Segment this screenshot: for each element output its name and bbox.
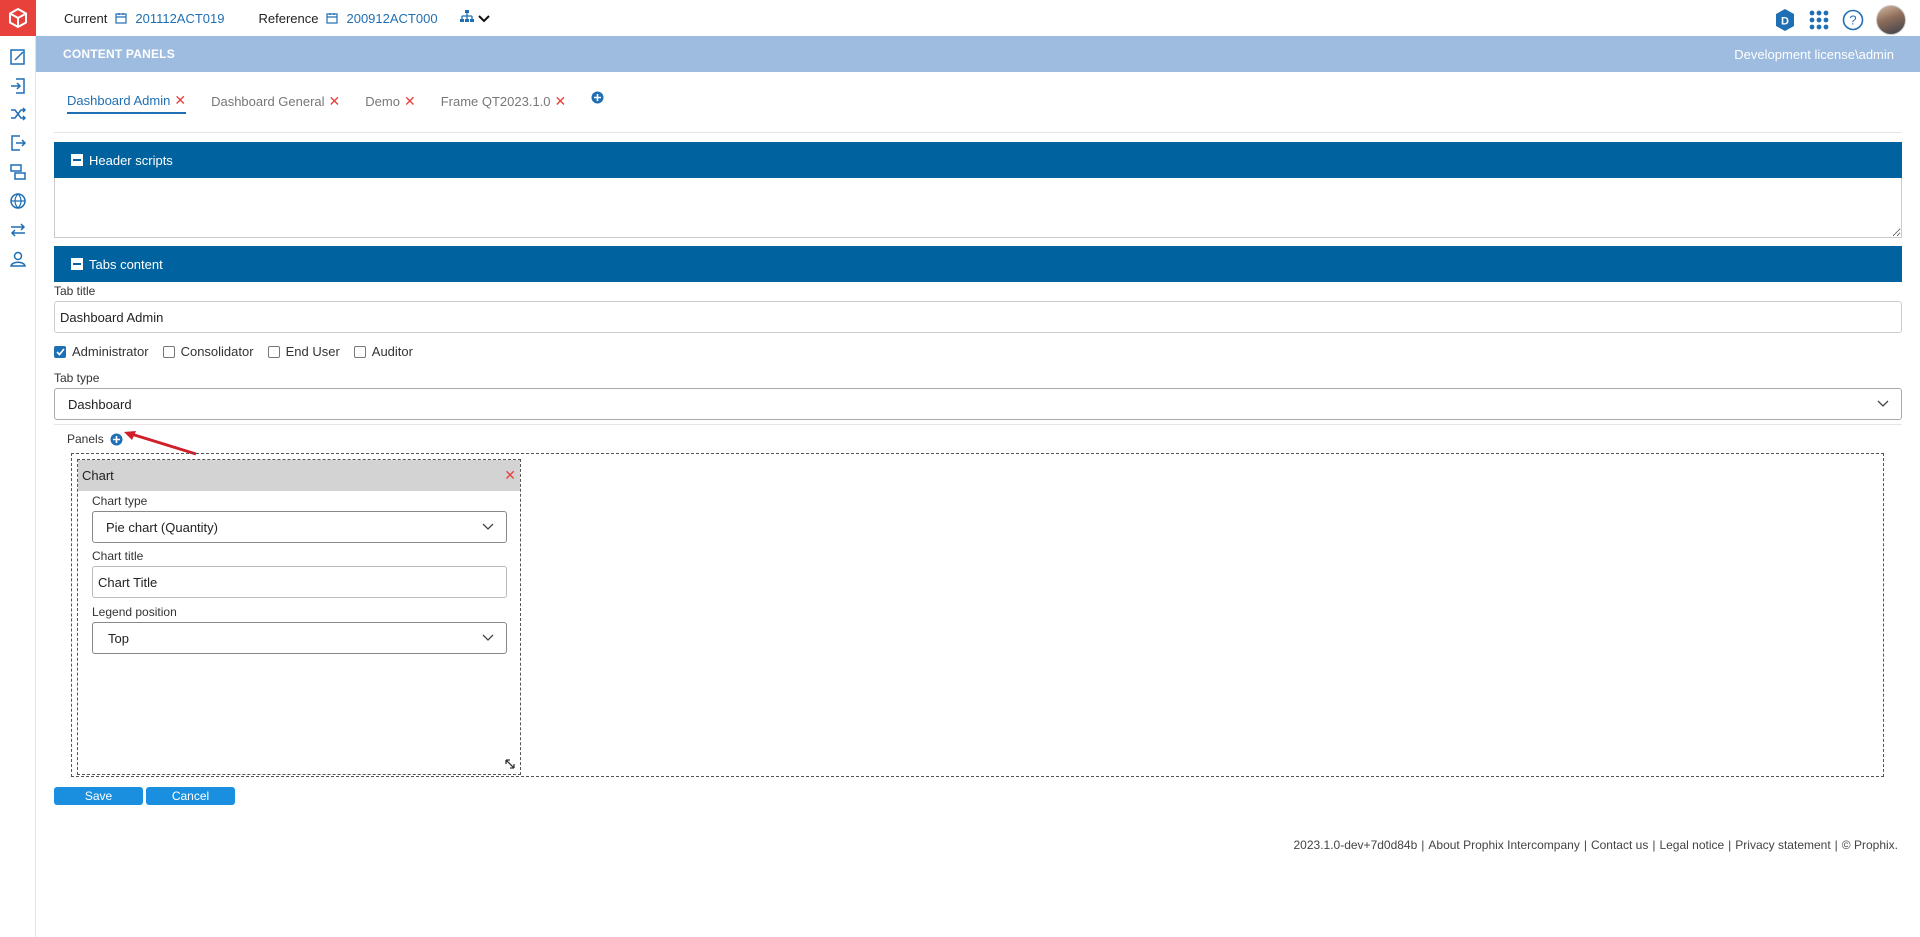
contact-link[interactable]: Contact us [1591,838,1648,852]
svg-text:D: D [1781,16,1789,28]
calendar-icon [326,12,339,24]
chart-type-select[interactable]: Pie chart (Quantity) [92,511,507,543]
checkbox-checked[interactable] [54,345,66,358]
checkbox-label: Administrator [72,344,149,359]
close-icon[interactable]: ✕ [404,93,416,110]
tab-title-label: Tab title [54,284,96,298]
panels-icon[interactable] [8,162,28,182]
checkbox-unchecked[interactable] [162,345,175,358]
tab-type-label: Tab type [54,371,100,385]
checkbox-label: Consolidator [180,344,254,359]
panel-title: Chart [82,468,114,483]
chevron-down-icon [477,11,490,26]
checkbox-end-user[interactable]: End User [267,344,340,359]
checkbox-auditor[interactable]: Auditor [353,344,413,359]
tab-type-select[interactable]: Dashboard [54,388,1902,420]
chevron-down-icon [482,523,494,530]
footer: 2023.1.0-dev+7d0d84b | About Prophix Int… [1293,838,1899,852]
globe-icon[interactable] [8,191,28,211]
legal-notice-link[interactable]: Legal notice [1659,838,1724,852]
panels-label: Panels [67,432,104,446]
select-value: Dashboard [68,396,132,412]
version-text: 2023.1.0-dev+7d0d84b [1293,838,1418,852]
chevron-down-icon [482,634,494,641]
header-scripts-textarea[interactable] [54,178,1902,238]
shuffle-icon[interactable] [8,104,28,124]
tab-frame-qt[interactable]: Frame QT2023.1.0 ✕ [441,88,567,114]
current-period-link[interactable]: 201112ACT019 [135,11,224,26]
top-bar: Current 201112ACT019 Reference 200912ACT… [36,0,1920,36]
license-info: Development license\admin [1734,46,1894,62]
panels-heading: Panels [67,432,123,446]
divider [54,424,1902,425]
tab-dashboard-general[interactable]: Dashboard General ✕ [211,88,340,114]
collapse-icon [71,154,83,166]
app-logo-icon[interactable] [0,0,36,36]
panel-header[interactable]: Chart ✕ [78,460,520,491]
hierarchy-dropdown[interactable] [459,10,490,26]
tab-dashboard-admin[interactable]: Dashboard Admin ✕ [67,88,187,114]
save-button[interactable]: Save [54,787,143,805]
close-icon[interactable]: ✕ [174,92,186,109]
tab-label: Dashboard Admin [67,92,171,108]
add-tab-icon[interactable] [591,91,604,104]
d-hexagon-icon[interactable]: D [1774,8,1796,32]
current-label: Current [64,10,108,26]
checkbox-label: End User [285,344,340,359]
collapse-icon [71,258,83,270]
page-title: CONTENT PANELS [63,47,175,61]
org-chart-icon [459,10,474,26]
tab-strip: Dashboard Admin ✕ Dashboard General ✕ De… [67,88,604,118]
select-value: Top [108,630,129,646]
tab-label: Dashboard General [211,93,325,109]
export-icon[interactable] [8,133,28,153]
svg-text:?: ? [1849,13,1856,28]
legend-position-label: Legend position [92,605,177,619]
chevron-down-icon [1877,400,1889,407]
section-title: Tabs content [89,256,163,272]
tab-label: Demo [365,93,400,109]
tabs-content-section-toggle[interactable]: Tabs content [54,246,1902,282]
left-nav-rail [0,0,36,937]
checkbox-label: Auditor [371,344,413,359]
select-value: Pie chart (Quantity) [106,519,218,535]
checkbox-consolidator[interactable]: Consolidator [162,344,254,359]
close-icon[interactable]: ✕ [504,467,516,484]
user-avatar[interactable] [1876,5,1906,35]
import-icon[interactable] [8,76,28,96]
privacy-statement-link[interactable]: Privacy statement [1735,838,1830,852]
tab-title-input[interactable] [54,301,1902,333]
close-icon[interactable]: ✕ [555,93,567,110]
section-title: Header scripts [89,152,173,168]
swap-icon[interactable] [8,220,28,240]
chart-type-label: Chart type [92,494,148,508]
reference-period-link[interactable]: 200912ACT000 [346,11,437,26]
divider [54,132,1902,133]
chart-title-label: Chart title [92,549,144,563]
header-scripts-section-toggle[interactable]: Header scripts [54,142,1902,178]
copyright-text: © Prophix. [1841,838,1898,852]
reference-label: Reference [258,10,319,26]
checkbox-unchecked[interactable] [267,345,280,358]
about-link[interactable]: About Prophix Intercompany [1428,838,1579,852]
cancel-button[interactable]: Cancel [146,787,235,805]
legend-position-select[interactable]: Top [92,622,507,654]
edit-form-icon[interactable] [8,47,28,67]
resize-handle-icon[interactable] [504,758,516,770]
checkbox-administrator[interactable]: Administrator [54,344,149,359]
help-icon[interactable]: ? [1842,9,1864,31]
checkbox-unchecked[interactable] [353,345,366,358]
chart-panel: Chart ✕ Chart type Pie chart (Quantity) … [77,459,521,775]
content-panels-band: CONTENT PANELS Development license\admin [36,36,1920,72]
tab-demo[interactable]: Demo ✕ [365,88,415,114]
calendar-icon [115,12,127,24]
role-checkboxes: Administrator Consolidator End User Audi… [54,344,427,359]
tab-label: Frame QT2023.1.0 [440,93,551,109]
user-settings-icon[interactable] [8,249,28,269]
apps-grid-icon[interactable] [1808,9,1830,31]
chart-title-input[interactable] [92,566,507,598]
close-icon[interactable]: ✕ [329,93,341,110]
